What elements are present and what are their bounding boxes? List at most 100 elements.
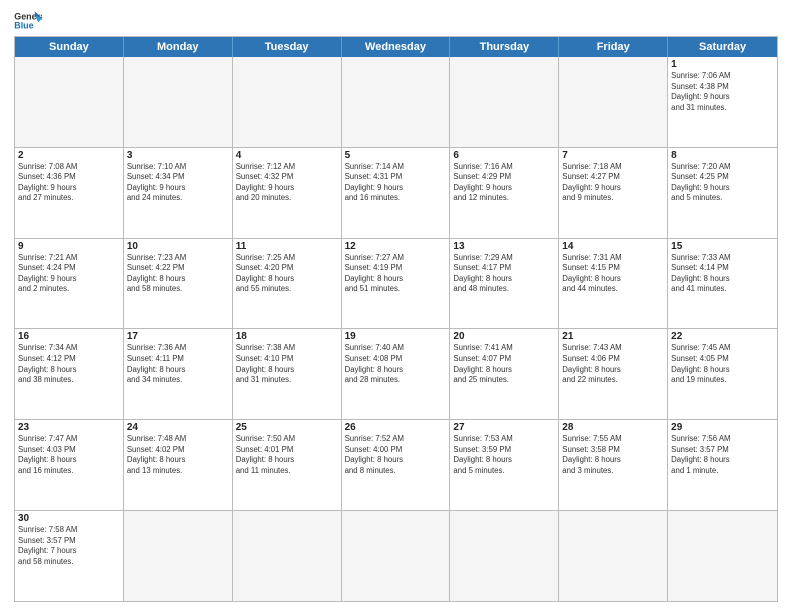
day-number: 23 [18, 422, 120, 433]
day-number: 19 [345, 331, 447, 342]
sun-info: Sunrise: 7:41 AM Sunset: 4:07 PM Dayligh… [453, 343, 555, 385]
calendar-cell: 1Sunrise: 7:06 AM Sunset: 4:38 PM Daylig… [668, 57, 777, 147]
calendar-cell [668, 511, 777, 601]
calendar-cell: 12Sunrise: 7:27 AM Sunset: 4:19 PM Dayli… [342, 239, 451, 329]
calendar-cell [450, 511, 559, 601]
calendar-cell: 22Sunrise: 7:45 AM Sunset: 4:05 PM Dayli… [668, 329, 777, 419]
sun-info: Sunrise: 7:40 AM Sunset: 4:08 PM Dayligh… [345, 343, 447, 385]
calendar-cell [559, 511, 668, 601]
day-number: 5 [345, 150, 447, 161]
day-number: 10 [127, 241, 229, 252]
sun-info: Sunrise: 7:27 AM Sunset: 4:19 PM Dayligh… [345, 253, 447, 295]
calendar-cell: 29Sunrise: 7:56 AM Sunset: 3:57 PM Dayli… [668, 420, 777, 510]
calendar-cell: 11Sunrise: 7:25 AM Sunset: 4:20 PM Dayli… [233, 239, 342, 329]
calendar-cell: 9Sunrise: 7:21 AM Sunset: 4:24 PM Daylig… [15, 239, 124, 329]
calendar-cell: 14Sunrise: 7:31 AM Sunset: 4:15 PM Dayli… [559, 239, 668, 329]
header-day-monday: Monday [124, 37, 233, 57]
header-day-saturday: Saturday [668, 37, 777, 57]
day-number: 28 [562, 422, 664, 433]
calendar-cell: 18Sunrise: 7:38 AM Sunset: 4:10 PM Dayli… [233, 329, 342, 419]
sun-info: Sunrise: 7:47 AM Sunset: 4:03 PM Dayligh… [18, 434, 120, 476]
day-number: 11 [236, 241, 338, 252]
sun-info: Sunrise: 7:45 AM Sunset: 4:05 PM Dayligh… [671, 343, 774, 385]
calendar-header: SundayMondayTuesdayWednesdayThursdayFrid… [15, 37, 777, 57]
day-number: 6 [453, 150, 555, 161]
calendar-cell: 19Sunrise: 7:40 AM Sunset: 4:08 PM Dayli… [342, 329, 451, 419]
day-number: 12 [345, 241, 447, 252]
calendar: SundayMondayTuesdayWednesdayThursdayFrid… [14, 36, 778, 602]
calendar-body: 1Sunrise: 7:06 AM Sunset: 4:38 PM Daylig… [15, 57, 777, 601]
calendar-cell: 27Sunrise: 7:53 AM Sunset: 3:59 PM Dayli… [450, 420, 559, 510]
calendar-cell [15, 57, 124, 147]
sun-info: Sunrise: 7:29 AM Sunset: 4:17 PM Dayligh… [453, 253, 555, 295]
day-number: 13 [453, 241, 555, 252]
day-number: 20 [453, 331, 555, 342]
calendar-cell [233, 511, 342, 601]
sun-info: Sunrise: 7:50 AM Sunset: 4:01 PM Dayligh… [236, 434, 338, 476]
day-number: 7 [562, 150, 664, 161]
calendar-cell: 4Sunrise: 7:12 AM Sunset: 4:32 PM Daylig… [233, 148, 342, 238]
sun-info: Sunrise: 7:06 AM Sunset: 4:38 PM Dayligh… [671, 71, 774, 113]
page-header: General Blue [14, 10, 778, 32]
day-number: 2 [18, 150, 120, 161]
day-number: 26 [345, 422, 447, 433]
header-day-wednesday: Wednesday [342, 37, 451, 57]
calendar-cell [559, 57, 668, 147]
day-number: 30 [18, 513, 120, 524]
calendar-cell: 25Sunrise: 7:50 AM Sunset: 4:01 PM Dayli… [233, 420, 342, 510]
day-number: 14 [562, 241, 664, 252]
sun-info: Sunrise: 7:43 AM Sunset: 4:06 PM Dayligh… [562, 343, 664, 385]
sun-info: Sunrise: 7:58 AM Sunset: 3:57 PM Dayligh… [18, 525, 120, 567]
calendar-row: 30Sunrise: 7:58 AM Sunset: 3:57 PM Dayli… [15, 510, 777, 601]
sun-info: Sunrise: 7:55 AM Sunset: 3:58 PM Dayligh… [562, 434, 664, 476]
calendar-cell: 20Sunrise: 7:41 AM Sunset: 4:07 PM Dayli… [450, 329, 559, 419]
sun-info: Sunrise: 7:34 AM Sunset: 4:12 PM Dayligh… [18, 343, 120, 385]
calendar-cell: 8Sunrise: 7:20 AM Sunset: 4:25 PM Daylig… [668, 148, 777, 238]
calendar-cell [342, 57, 451, 147]
sun-info: Sunrise: 7:53 AM Sunset: 3:59 PM Dayligh… [453, 434, 555, 476]
calendar-cell: 23Sunrise: 7:47 AM Sunset: 4:03 PM Dayli… [15, 420, 124, 510]
calendar-row: 16Sunrise: 7:34 AM Sunset: 4:12 PM Dayli… [15, 328, 777, 419]
calendar-row: 9Sunrise: 7:21 AM Sunset: 4:24 PM Daylig… [15, 238, 777, 329]
sun-info: Sunrise: 7:08 AM Sunset: 4:36 PM Dayligh… [18, 162, 120, 204]
calendar-cell: 28Sunrise: 7:55 AM Sunset: 3:58 PM Dayli… [559, 420, 668, 510]
sun-info: Sunrise: 7:38 AM Sunset: 4:10 PM Dayligh… [236, 343, 338, 385]
sun-info: Sunrise: 7:20 AM Sunset: 4:25 PM Dayligh… [671, 162, 774, 204]
calendar-cell: 6Sunrise: 7:16 AM Sunset: 4:29 PM Daylig… [450, 148, 559, 238]
sun-info: Sunrise: 7:16 AM Sunset: 4:29 PM Dayligh… [453, 162, 555, 204]
calendar-cell: 30Sunrise: 7:58 AM Sunset: 3:57 PM Dayli… [15, 511, 124, 601]
day-number: 25 [236, 422, 338, 433]
calendar-cell: 21Sunrise: 7:43 AM Sunset: 4:06 PM Dayli… [559, 329, 668, 419]
logo: General Blue [14, 10, 44, 32]
sun-info: Sunrise: 7:21 AM Sunset: 4:24 PM Dayligh… [18, 253, 120, 295]
day-number: 24 [127, 422, 229, 433]
header-day-tuesday: Tuesday [233, 37, 342, 57]
day-number: 18 [236, 331, 338, 342]
sun-info: Sunrise: 7:25 AM Sunset: 4:20 PM Dayligh… [236, 253, 338, 295]
svg-text:Blue: Blue [14, 21, 33, 31]
day-number: 22 [671, 331, 774, 342]
calendar-row: 2Sunrise: 7:08 AM Sunset: 4:36 PM Daylig… [15, 147, 777, 238]
day-number: 17 [127, 331, 229, 342]
calendar-cell: 16Sunrise: 7:34 AM Sunset: 4:12 PM Dayli… [15, 329, 124, 419]
day-number: 15 [671, 241, 774, 252]
header-day-sunday: Sunday [15, 37, 124, 57]
calendar-cell [233, 57, 342, 147]
calendar-cell: 2Sunrise: 7:08 AM Sunset: 4:36 PM Daylig… [15, 148, 124, 238]
calendar-cell [342, 511, 451, 601]
day-number: 8 [671, 150, 774, 161]
sun-info: Sunrise: 7:33 AM Sunset: 4:14 PM Dayligh… [671, 253, 774, 295]
sun-info: Sunrise: 7:10 AM Sunset: 4:34 PM Dayligh… [127, 162, 229, 204]
calendar-cell: 17Sunrise: 7:36 AM Sunset: 4:11 PM Dayli… [124, 329, 233, 419]
calendar-cell: 24Sunrise: 7:48 AM Sunset: 4:02 PM Dayli… [124, 420, 233, 510]
calendar-row: 1Sunrise: 7:06 AM Sunset: 4:38 PM Daylig… [15, 57, 777, 147]
day-number: 16 [18, 331, 120, 342]
calendar-cell: 5Sunrise: 7:14 AM Sunset: 4:31 PM Daylig… [342, 148, 451, 238]
calendar-cell: 10Sunrise: 7:23 AM Sunset: 4:22 PM Dayli… [124, 239, 233, 329]
sun-info: Sunrise: 7:48 AM Sunset: 4:02 PM Dayligh… [127, 434, 229, 476]
day-number: 9 [18, 241, 120, 252]
header-day-thursday: Thursday [450, 37, 559, 57]
calendar-cell: 7Sunrise: 7:18 AM Sunset: 4:27 PM Daylig… [559, 148, 668, 238]
day-number: 29 [671, 422, 774, 433]
day-number: 21 [562, 331, 664, 342]
